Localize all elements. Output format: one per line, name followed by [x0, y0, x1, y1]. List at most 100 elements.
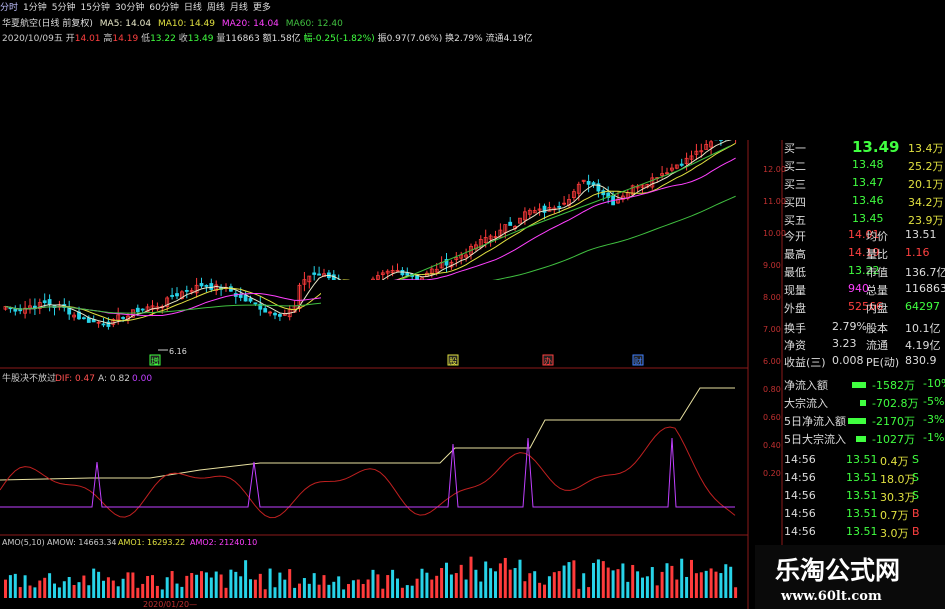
volume-bar: [498, 563, 502, 598]
volume-bar: [440, 567, 444, 598]
volume-bar: [675, 579, 679, 598]
flow-bar: [860, 400, 866, 406]
volume-bar: [572, 560, 576, 598]
tick-price: 13.51: [846, 525, 878, 538]
volume-bar: [342, 589, 346, 598]
volume-bar: [327, 584, 331, 598]
candle-body: [33, 305, 37, 309]
volume-bar: [400, 587, 404, 598]
stat-label: 总量: [866, 284, 888, 297]
volume-bar: [263, 589, 267, 598]
stat-value: 10.1亿: [905, 322, 941, 335]
volume-bar: [92, 568, 96, 598]
stat-label: 最低: [784, 266, 806, 279]
stat-label: 外盘: [784, 302, 806, 315]
volume-bar: [224, 587, 228, 598]
volume-bar: [33, 587, 37, 598]
volume-bar: [244, 560, 248, 598]
volume-bar: [131, 572, 135, 598]
volume-bar: [229, 569, 233, 598]
volume-bar: [136, 587, 140, 598]
stat-value: 2.79%: [832, 320, 867, 333]
volume-bar: [155, 585, 159, 598]
volume-bar: [366, 579, 370, 598]
volume-bar: [445, 562, 448, 598]
candle-body: [184, 290, 189, 292]
volume-bar: [474, 569, 478, 598]
amo-label: AMO(5,10): [2, 538, 45, 547]
volume-bar: [293, 587, 297, 598]
occluded-area-middle: [321, 280, 626, 328]
candle-body: [557, 205, 562, 208]
bid-label: 买五: [784, 214, 806, 227]
bid-price: 13.46: [852, 194, 884, 207]
volume-bar: [204, 572, 208, 598]
volume-bar: [528, 573, 532, 598]
tick-side: S: [912, 489, 919, 502]
volume-bar: [376, 574, 380, 598]
candle-body: [243, 294, 248, 302]
bid-price: 13.47: [852, 176, 884, 189]
tick-volume: 0.7万: [880, 509, 909, 522]
volume-bar: [596, 559, 600, 598]
volume-bar: [567, 562, 571, 598]
volume-bar: [23, 575, 27, 598]
volume-bar: [82, 575, 86, 598]
volume-bar: [518, 559, 522, 598]
volume-bar: [719, 573, 723, 598]
price-tick-label: 12.00: [763, 165, 786, 174]
volume-bar: [523, 581, 527, 598]
flow-bar: [848, 418, 866, 424]
volume-bar: [121, 578, 125, 598]
stat-value: 3.23: [832, 337, 857, 350]
volume-bar: [650, 567, 654, 598]
volume-bar: [317, 584, 321, 598]
stat-label: 换手: [784, 322, 806, 335]
date-axis-label: 2020/01/20—: [143, 600, 197, 609]
volume-bar: [665, 563, 669, 598]
candle-body: [405, 272, 410, 276]
logo-name: 乐淘公式网: [775, 556, 901, 585]
volume-bar: [636, 571, 640, 598]
candle-body: [47, 299, 52, 306]
volume-bar: [253, 579, 257, 598]
volume-bar: [464, 579, 468, 598]
candle-body: [170, 295, 175, 297]
stat-value: 116863: [905, 282, 945, 295]
volume-bar: [28, 585, 32, 598]
flow-value: -2170万: [872, 415, 915, 428]
bid-label: 买二: [784, 160, 806, 173]
flow-bar: [856, 436, 866, 442]
stat-value: 0.008: [832, 354, 864, 367]
tick-volume: 0.4万: [880, 455, 909, 468]
bid-label: 买一: [784, 142, 806, 155]
indicator-name: 牛股决不放过: [2, 372, 56, 384]
volume-bar: [209, 577, 213, 598]
bid-volume: 20.1万: [908, 178, 944, 191]
volume-bar: [557, 571, 561, 598]
candle-body: [121, 317, 125, 319]
indicator-a-line: [0, 387, 735, 481]
volume-bar: [180, 586, 184, 598]
candle-body: [238, 294, 243, 298]
volume-bar: [97, 571, 101, 598]
volume-bar: [116, 586, 120, 598]
tick-time: 14:56: [784, 471, 816, 484]
volume-bar: [57, 587, 61, 598]
candle-body: [317, 273, 322, 276]
volume-bar: [420, 568, 424, 598]
volume-bar: [4, 579, 7, 598]
stat-label: 内盘: [866, 302, 888, 315]
volume-bar: [38, 580, 42, 598]
volume-bar: [685, 576, 689, 598]
volume-bar: [67, 576, 71, 598]
volume-bar: [48, 573, 52, 598]
stat-label: 收益(三): [784, 356, 826, 369]
volume-bar: [592, 562, 595, 598]
flow-pct: -1%: [923, 431, 945, 444]
volume-bar: [734, 587, 738, 598]
volume-bar: [538, 582, 542, 598]
volume-bar: [582, 573, 586, 598]
volume-bar: [533, 571, 537, 598]
candle-body: [253, 302, 258, 305]
